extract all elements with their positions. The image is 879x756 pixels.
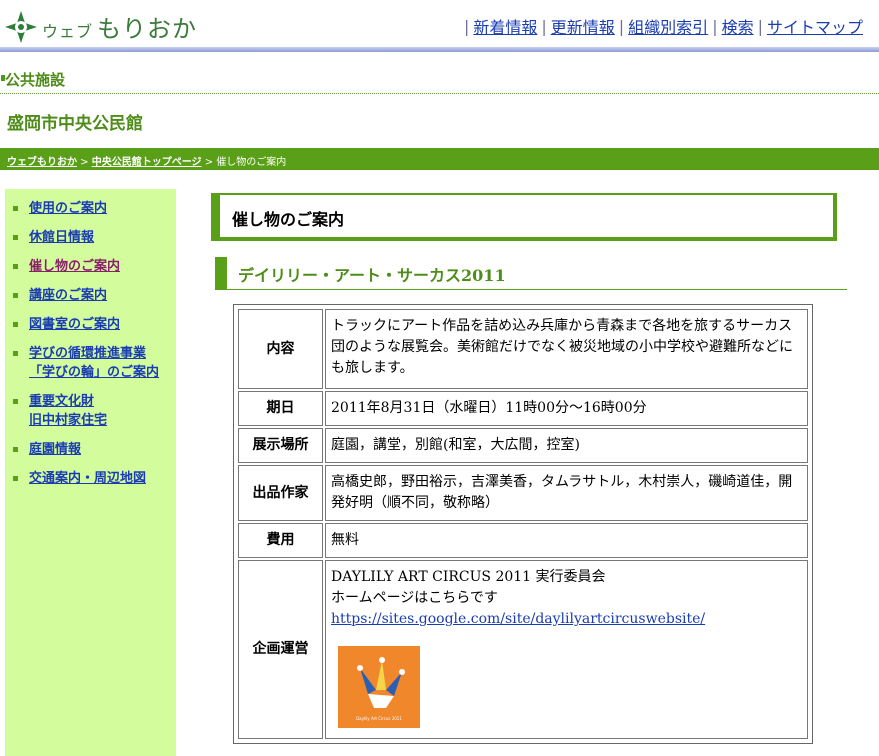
- organizer-website-link[interactable]: https://sites.google.com/site/daylilyart…: [331, 611, 705, 627]
- row-header: 費用: [238, 523, 323, 558]
- nav-separator: |: [463, 16, 470, 36]
- bullet-icon: [13, 293, 18, 298]
- site-header: ウェブ もりおか | 新着情報 | 更新情報 | 組織別索引 | 検索 | サイ…: [0, 0, 879, 52]
- sidebar-link[interactable]: 図書室のご案内: [29, 315, 120, 334]
- nav-separator: |: [541, 16, 547, 36]
- row-header: 企画運営: [238, 560, 323, 739]
- row-value: トラックにアート作品を詰め込み兵庫から青森まで各地を旅するサーカス団のような展覧…: [325, 309, 808, 389]
- bullet-icon: [13, 235, 18, 240]
- sidebar-link[interactable]: 交通案内・周辺地図: [29, 469, 146, 488]
- bullet-icon: [13, 206, 18, 211]
- sidebar-link[interactable]: 催し物のご案内: [29, 257, 120, 276]
- row-value: 無料: [325, 523, 808, 558]
- row-header: 展示場所: [238, 428, 323, 463]
- sidebar-link-line1: 重要文化財: [29, 394, 95, 409]
- section-title: デイリリー・アート・サーカス2011: [215, 257, 847, 290]
- top-nav: | 新着情報 | 更新情報 | 組織別索引 | 検索 | サイトマップ: [460, 14, 863, 38]
- logo-text-big: もりおか: [97, 15, 198, 43]
- sidebar-item-library[interactable]: 図書室のご案内: [13, 315, 176, 334]
- event-logo-image[interactable]: Daylily Art Circus 2011: [338, 646, 420, 728]
- row-header: 出品作家: [238, 465, 323, 521]
- city-emblem-icon: [5, 10, 37, 43]
- bullet-icon: [13, 322, 18, 327]
- nav-separator: |: [712, 16, 718, 36]
- nav-updates[interactable]: 更新情報: [551, 14, 615, 38]
- site-title: 盛岡市中央公民館: [7, 114, 143, 134]
- category-label: 公共施設: [5, 71, 66, 89]
- sidebar-link[interactable]: 休館日情報: [29, 228, 94, 247]
- breadcrumb-separator: >: [77, 157, 92, 168]
- sidebar-link[interactable]: 庭園情報: [29, 440, 81, 459]
- row-value: 庭園，講堂，別館(和室，大広間，控室): [325, 428, 808, 463]
- sidebar-item-usage[interactable]: 使用のご案内: [13, 199, 176, 218]
- sidebar-link[interactable]: 重要文化財旧中村家住宅: [29, 392, 107, 430]
- event-info-table: 内容 トラックにアート作品を詰め込み兵庫から青森まで各地を旅するサーカス団のよう…: [233, 304, 813, 744]
- bullet-icon: [13, 476, 18, 481]
- table-row: 内容 トラックにアート作品を詰め込み兵庫から青森まで各地を旅するサーカス団のよう…: [238, 309, 808, 389]
- svg-text:Daylily Art Circus 2011: Daylily Art Circus 2011: [356, 716, 402, 721]
- table-row: 出品作家 高橋史郎，野田裕示，吉澤美香，タムラサトル，木村崇人，磯崎道佳，開発好…: [238, 465, 808, 521]
- sidebar-menu: 使用のご案内 休館日情報 催し物のご案内 講座のご案内 図書室のご案内 学びの循…: [5, 189, 176, 756]
- sidebar-item-events[interactable]: 催し物のご案内: [13, 257, 176, 276]
- breadcrumb: ウェブもりおか > 中央公民館トップページ > 催し物のご案内: [0, 148, 879, 170]
- page-title: 催し物のご案内: [211, 193, 837, 241]
- row-value: DAYLILY ART CIRCUS 2011 実行委員会 ホームページはこちら…: [325, 560, 808, 739]
- sidebar-link[interactable]: 学びの循環推進事業 「学びの輪」のご案内: [29, 344, 159, 382]
- nav-org-index[interactable]: 組織別索引: [628, 14, 708, 38]
- sidebar-item-heritage[interactable]: 重要文化財旧中村家住宅: [13, 392, 176, 430]
- header-divider: [0, 47, 879, 52]
- sidebar-link-line2: 「学びの輪」のご案内: [29, 365, 160, 380]
- nav-news[interactable]: 新着情報: [473, 14, 537, 38]
- row-value: 高橋史郎，野田裕示，吉澤美香，タムラサトル，木村崇人，磯崎道佳，開発好明（順不同…: [325, 465, 808, 521]
- nav-sitemap[interactable]: サイトマップ: [767, 14, 863, 38]
- sidebar-link-line1: 学びの循環推進事業: [29, 346, 147, 361]
- sidebar-item-access[interactable]: 交通案内・周辺地図: [13, 469, 176, 488]
- sidebar-item-courses[interactable]: 講座のご案内: [13, 286, 176, 305]
- breadcrumb-home[interactable]: ウェブもりおか: [7, 157, 77, 168]
- homepage-note: ホームページはこちらです: [331, 590, 498, 606]
- jester-logo-icon: Daylily Art Circus 2011: [338, 646, 420, 728]
- table-row: 展示場所 庭園，講堂，別館(和室，大広間，控室): [238, 428, 808, 463]
- logo-text-small: ウェブ: [42, 21, 94, 41]
- breadcrumb-separator: >: [201, 157, 217, 168]
- organizer-name: DAYLILY ART CIRCUS 2011 実行委員会: [331, 569, 606, 585]
- table-row: 期日 2011年8月31日（水曜日）11時00分～16時00分: [238, 391, 808, 426]
- table-row: 費用 無料: [238, 523, 808, 558]
- sidebar-link[interactable]: 講座のご案内: [29, 286, 107, 305]
- row-value: 2011年8月31日（水曜日）11時00分～16時00分: [325, 391, 808, 426]
- bullet-icon: [13, 399, 18, 404]
- sidebar-item-learning[interactable]: 学びの循環推進事業 「学びの輪」のご案内: [13, 344, 176, 382]
- category-bar: 公共施設: [0, 66, 879, 94]
- breadcrumb-current: 催し物のご案内: [216, 157, 287, 168]
- site-logo[interactable]: ウェブ もりおか: [4, 9, 197, 44]
- sidebar-item-holidays[interactable]: 休館日情報: [13, 228, 176, 247]
- row-header: 内容: [238, 309, 323, 389]
- breadcrumb-parent[interactable]: 中央公民館トップページ: [92, 157, 202, 168]
- nav-separator: |: [757, 16, 763, 36]
- table-row: 企画運営 DAYLILY ART CIRCUS 2011 実行委員会 ホームペー…: [238, 560, 808, 739]
- nav-separator: |: [618, 16, 625, 36]
- sidebar-item-garden[interactable]: 庭園情報: [13, 440, 176, 459]
- sidebar-link[interactable]: 使用のご案内: [29, 199, 107, 218]
- bullet-icon: [13, 264, 18, 269]
- bullet-icon: [13, 351, 18, 356]
- nav-search[interactable]: 検索: [722, 14, 754, 38]
- bullet-icon: [13, 447, 18, 452]
- sidebar-link-line2: 旧中村家住宅: [29, 413, 108, 428]
- row-header: 期日: [238, 391, 323, 426]
